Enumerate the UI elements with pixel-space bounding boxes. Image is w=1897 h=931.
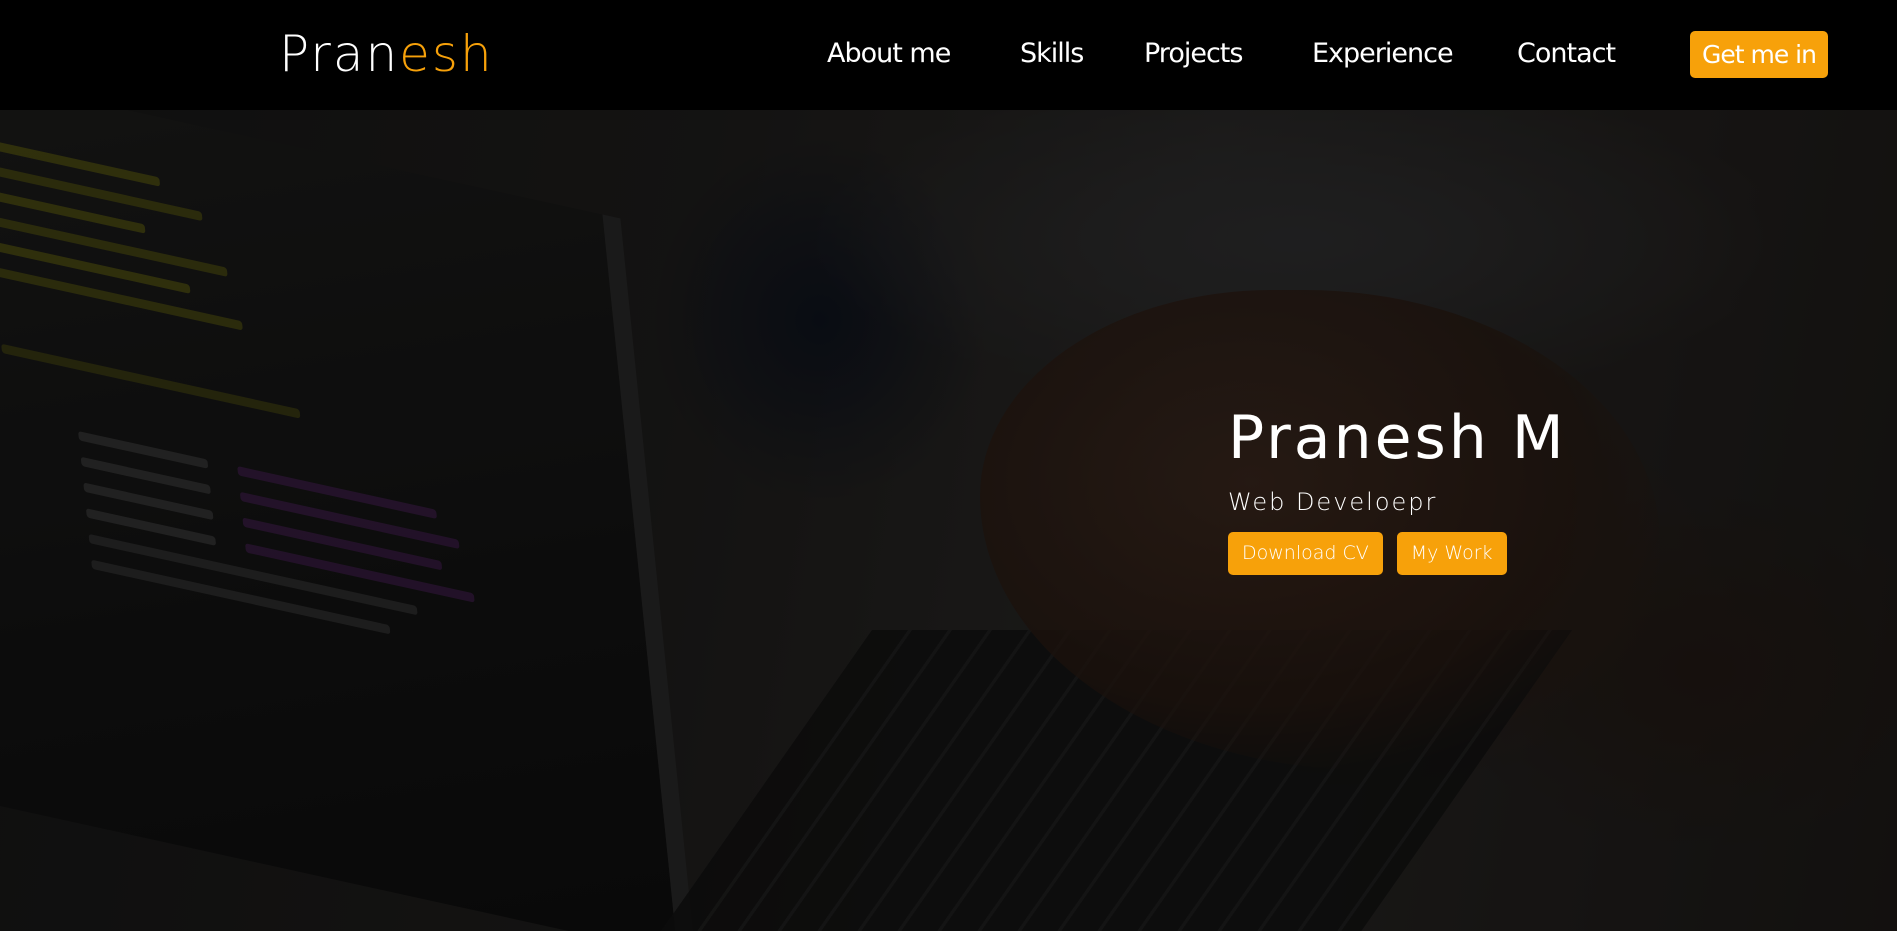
nav-menu: About me Skills Projects Experience Cont… <box>0 35 1897 75</box>
nav-link-about-me[interactable]: About me <box>827 35 951 73</box>
my-work-button[interactable]: My Work <box>1396 532 1507 575</box>
hero-section: Pranesh M Web Develoepr Download CV My W… <box>0 110 1897 931</box>
nav-link-contact[interactable]: Contact <box>1517 35 1616 73</box>
hero-title: Pranesh M <box>1228 403 1567 473</box>
nav-link-experience[interactable]: Experience <box>1312 35 1454 73</box>
nav-link-skills[interactable]: Skills <box>1020 35 1084 73</box>
download-cv-button[interactable]: Download CV <box>1228 532 1383 575</box>
nav-link-projects[interactable]: Projects <box>1144 35 1243 73</box>
hero-subtitle: Web Develoepr <box>1228 488 1438 516</box>
navbar: Pranesh About me Skills Projects Experie… <box>0 0 1897 110</box>
hero-buttons: Download CV My Work <box>1228 532 1567 575</box>
hero-content: Pranesh M Web Develoepr Download CV My W… <box>1228 400 1567 575</box>
get-me-in-button[interactable]: Get me in <box>1690 31 1828 78</box>
dark-overlay <box>0 110 1897 931</box>
